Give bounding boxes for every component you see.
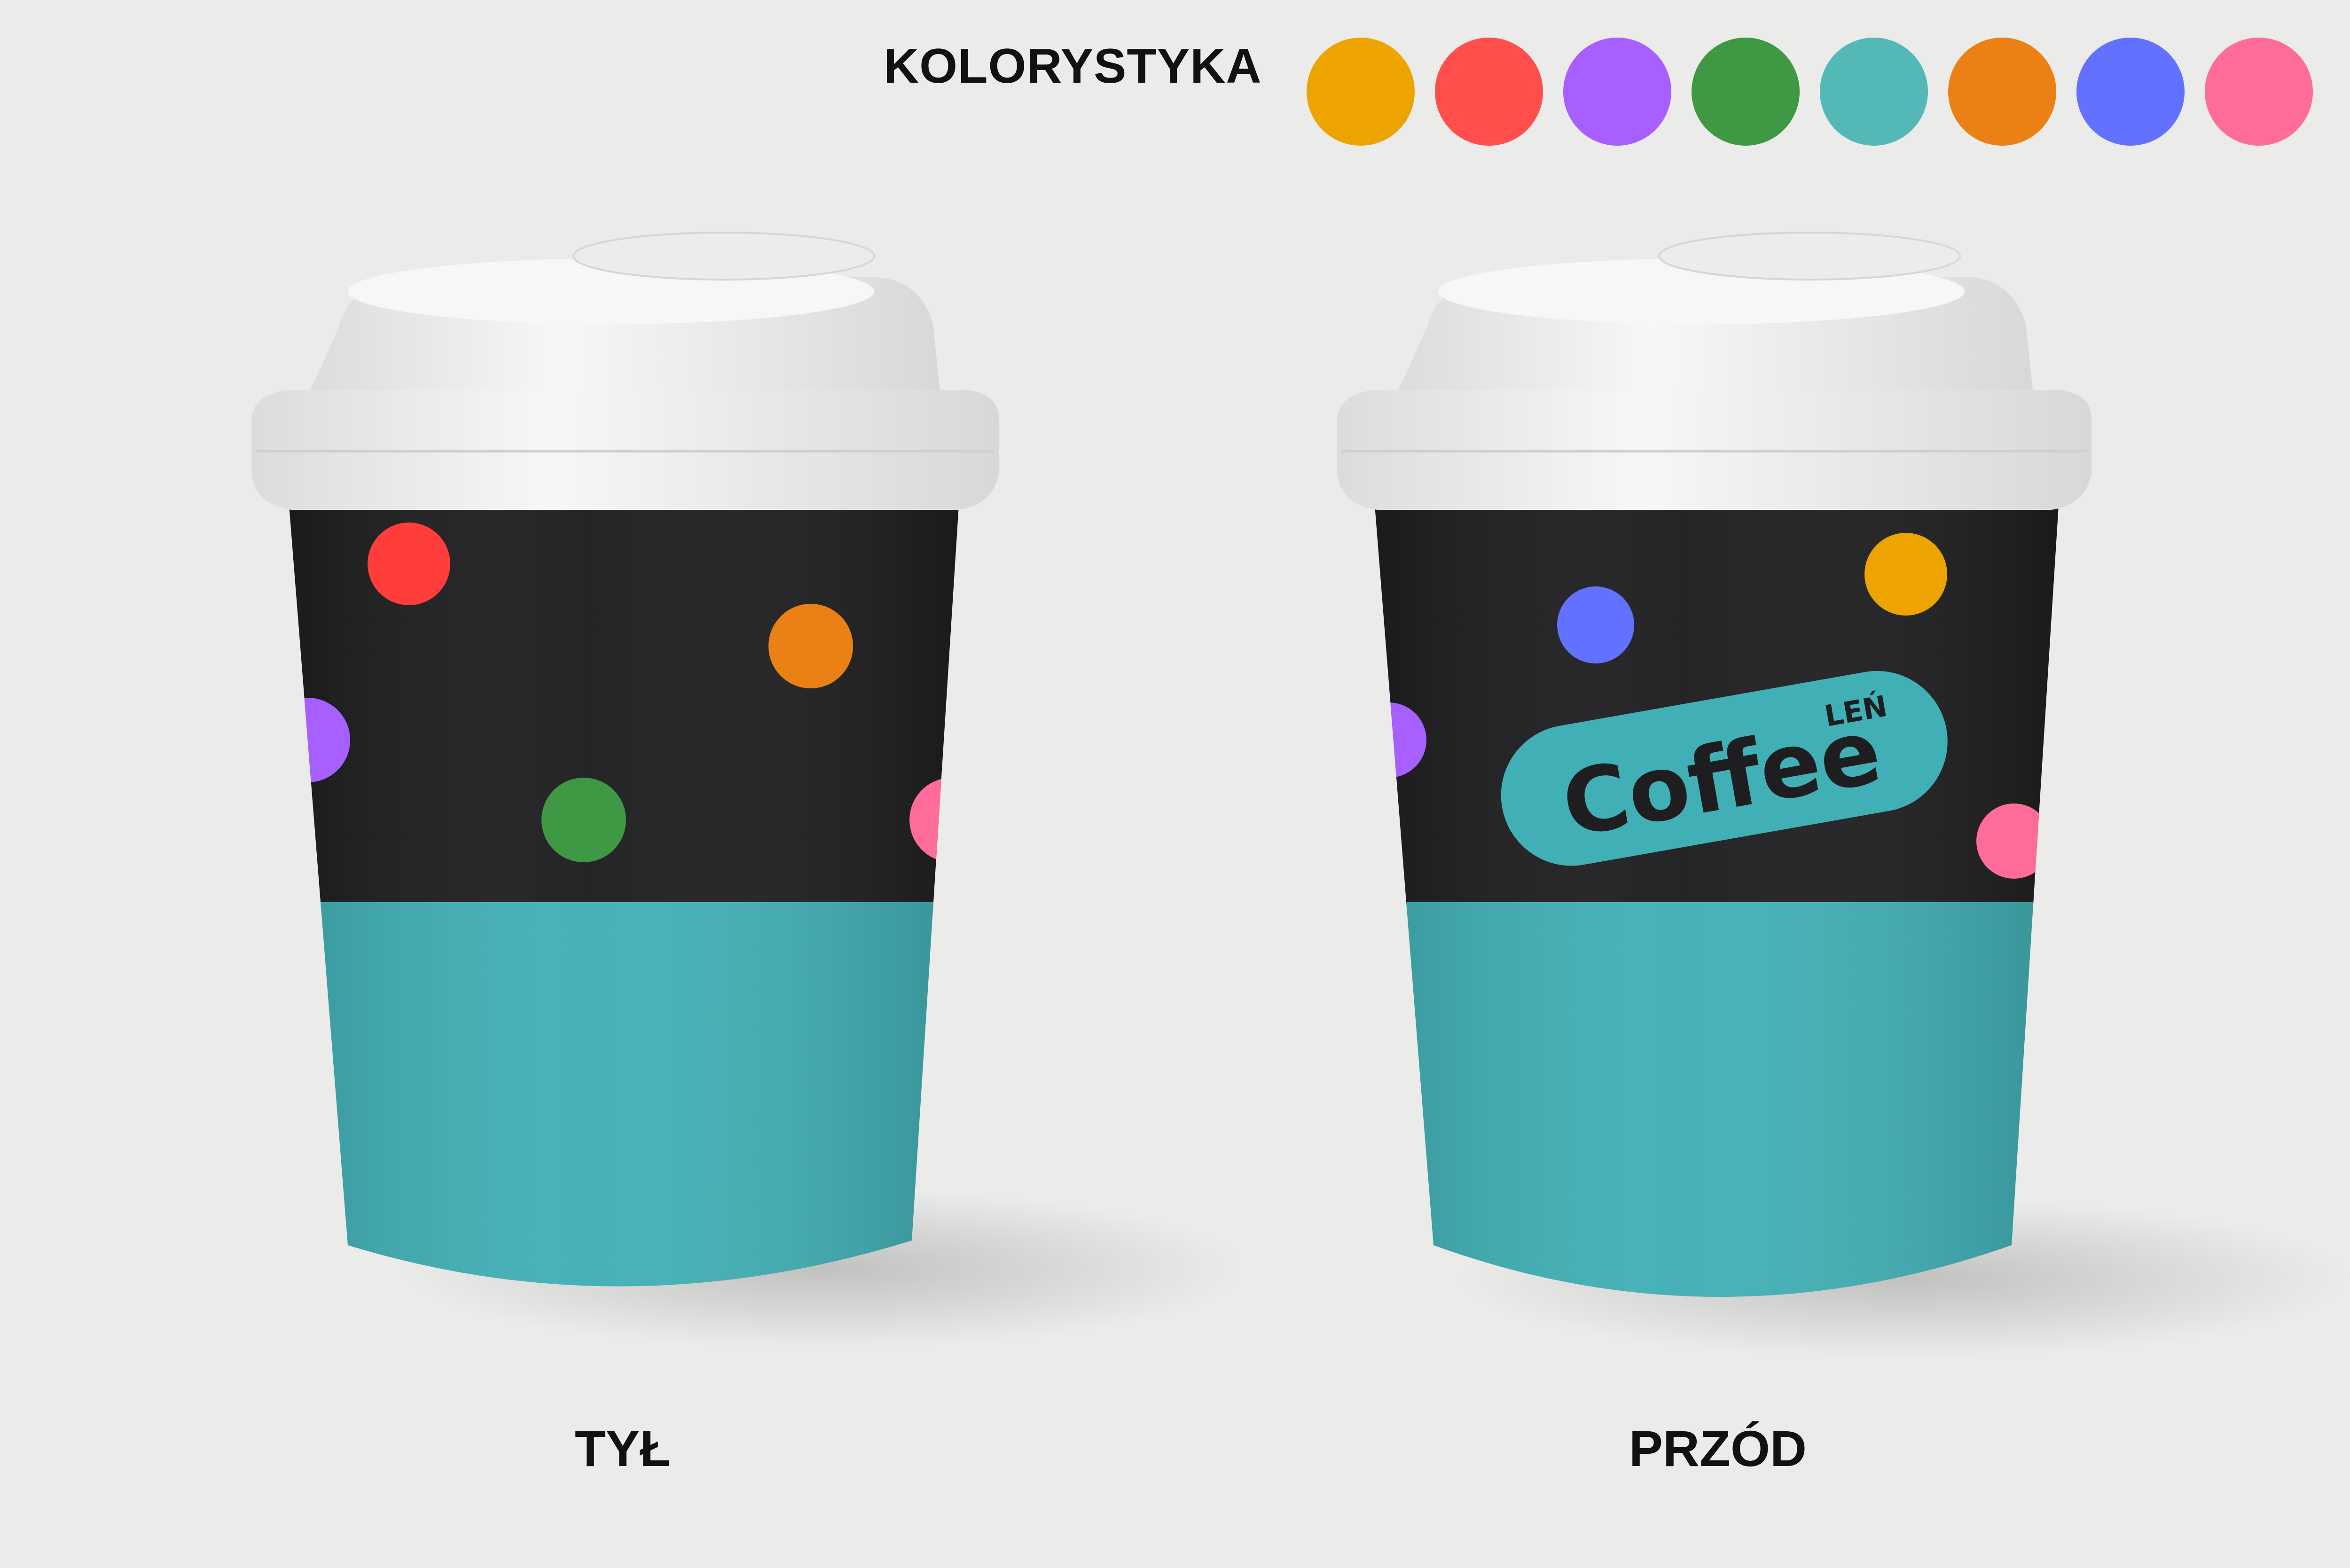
front-cup-lid (1337, 232, 2092, 510)
back-label: TYŁ (575, 1420, 671, 1477)
back-dot-pink (909, 778, 959, 862)
back-cup-lid (251, 232, 999, 510)
cups-illustration: Coffee LEŃ (251, 232, 2350, 1358)
front-label: PRZÓD (1629, 1420, 1807, 1477)
front-dot-blue (1557, 586, 1634, 663)
back-cup (251, 232, 1246, 1349)
front-dot-yellow (1864, 533, 1947, 616)
back-dot-purple (289, 698, 350, 782)
back-dot-red (368, 523, 450, 605)
front-dot-pink (1976, 804, 2052, 879)
back-dot-orange (768, 604, 853, 688)
front-dot-purple (1375, 702, 1426, 778)
back-dot-green (541, 778, 626, 862)
front-cup: Coffee LEŃ (1337, 232, 2350, 1358)
